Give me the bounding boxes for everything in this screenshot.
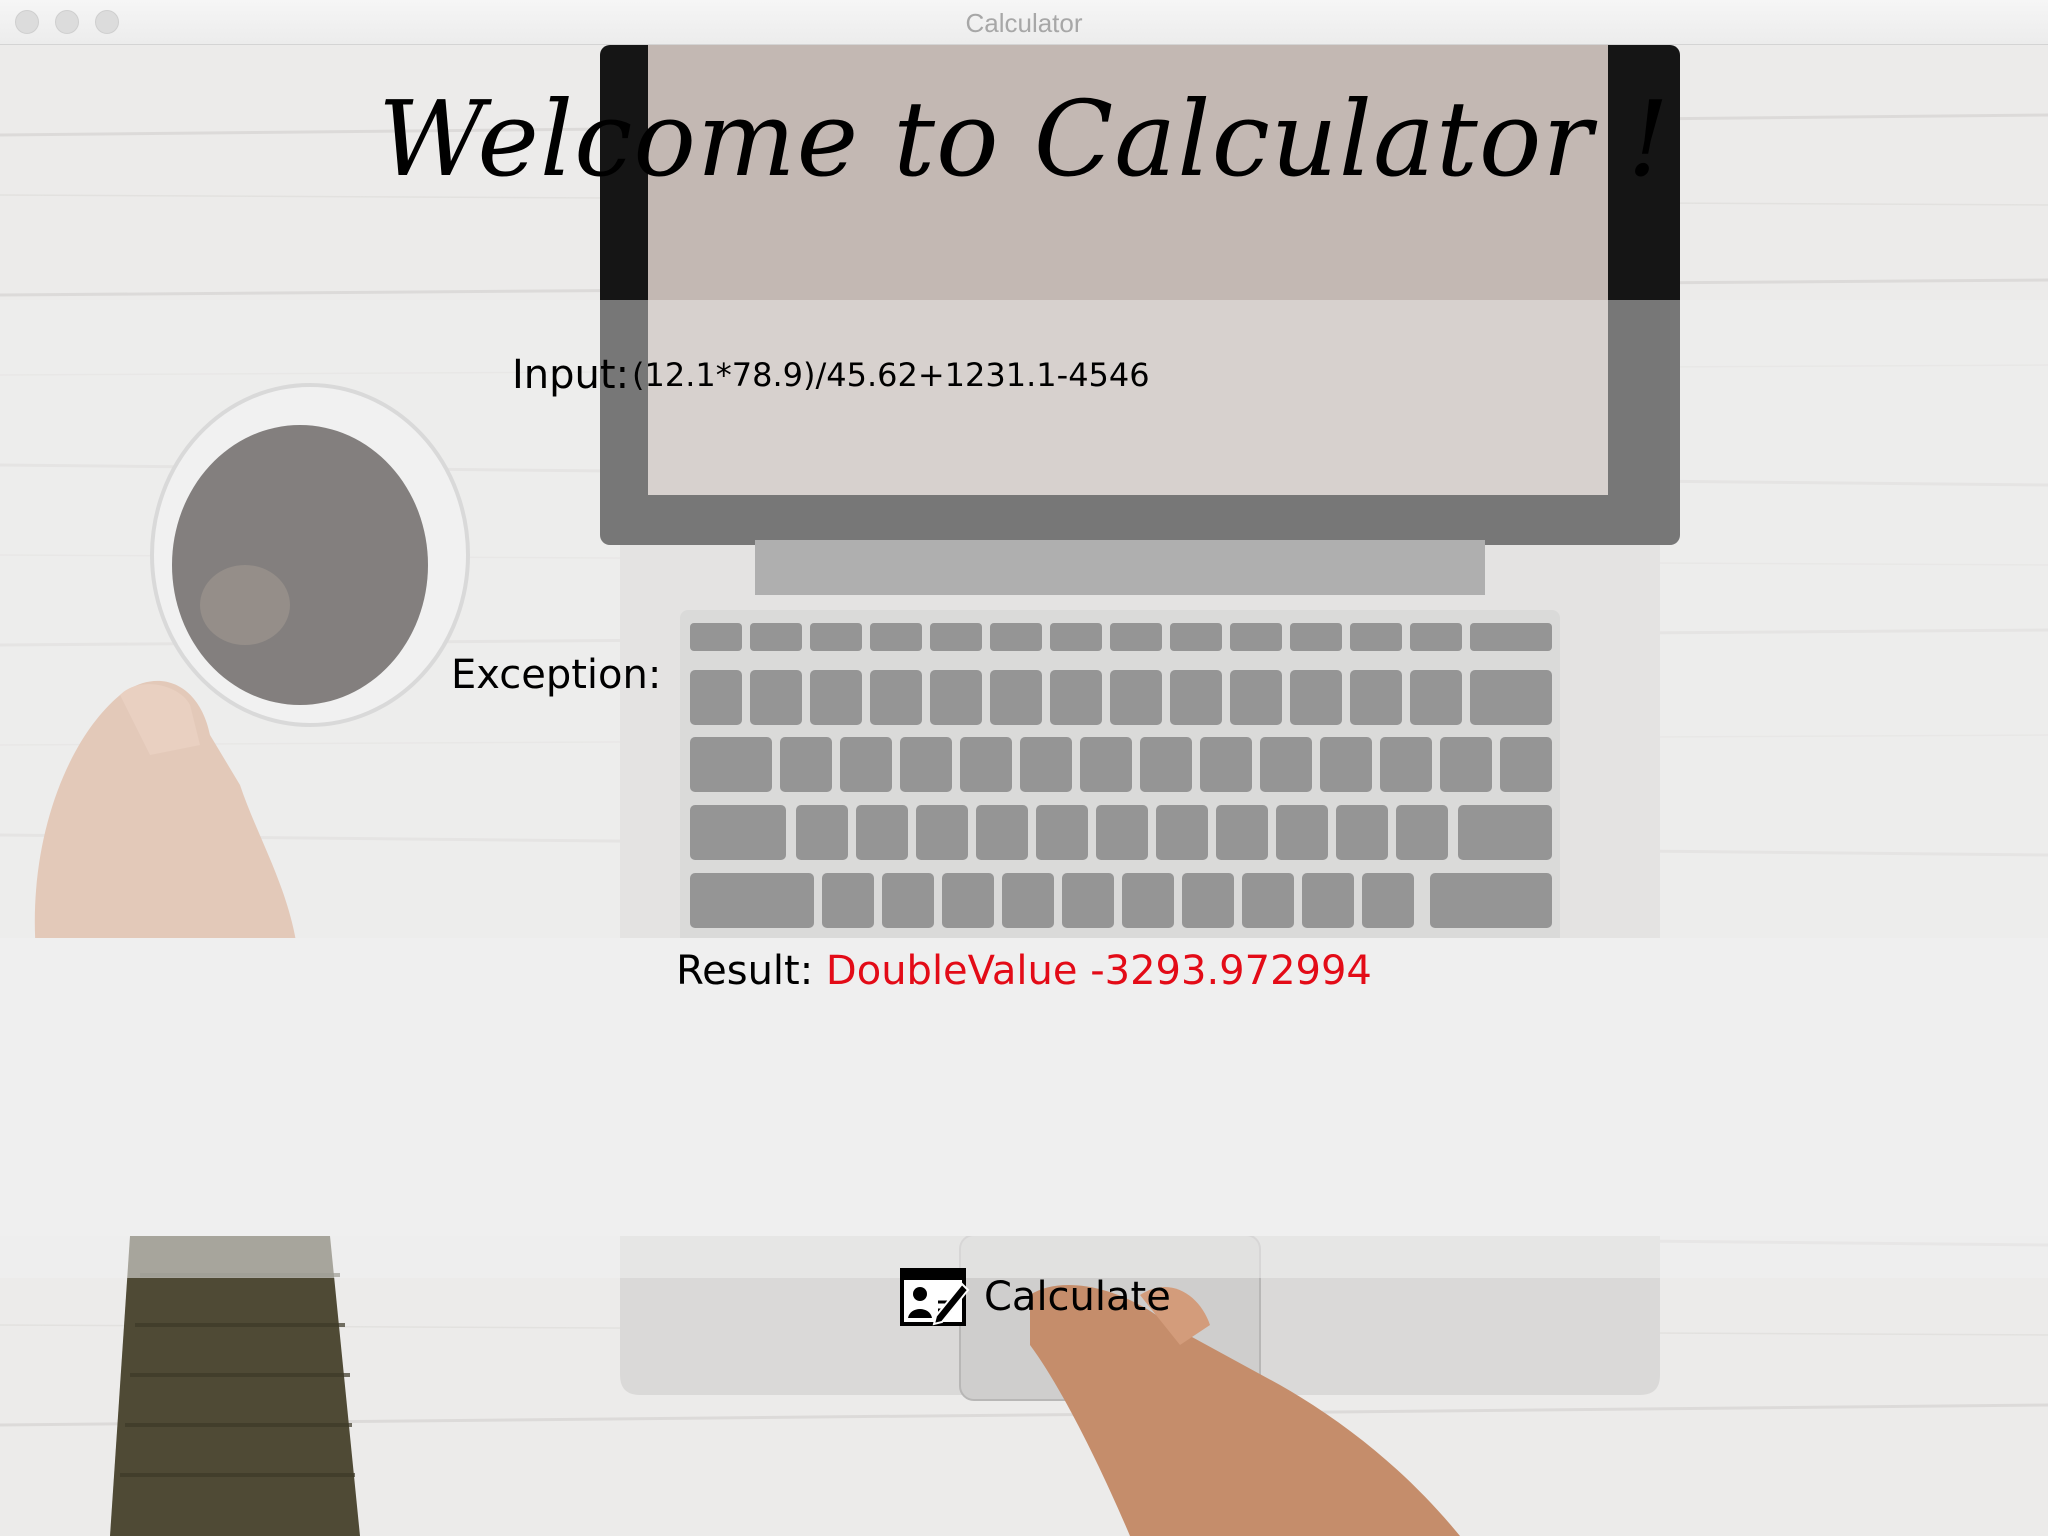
result-label: Result: [676,948,814,994]
window-title: Calculator [965,8,1083,38]
edit-form-icon [900,1266,970,1328]
calculate-button[interactable]: Calculate [900,1264,1171,1330]
result-value: DoubleValue -3293.972994 [825,948,1372,994]
calculator-window: Calculator Welcome to Calculator ! Input… [0,0,2048,1536]
calculate-button-label: Calculate [984,1274,1171,1320]
welcome-heading: Welcome to Calculator ! [377,78,1671,200]
exception-label: Exception: [451,652,662,698]
title-bar: Calculator [0,0,2048,45]
expression-input[interactable] [632,352,1612,398]
result-line: Result: DoubleValue -3293.972994 [0,948,2048,994]
input-label: Input: [512,352,630,398]
